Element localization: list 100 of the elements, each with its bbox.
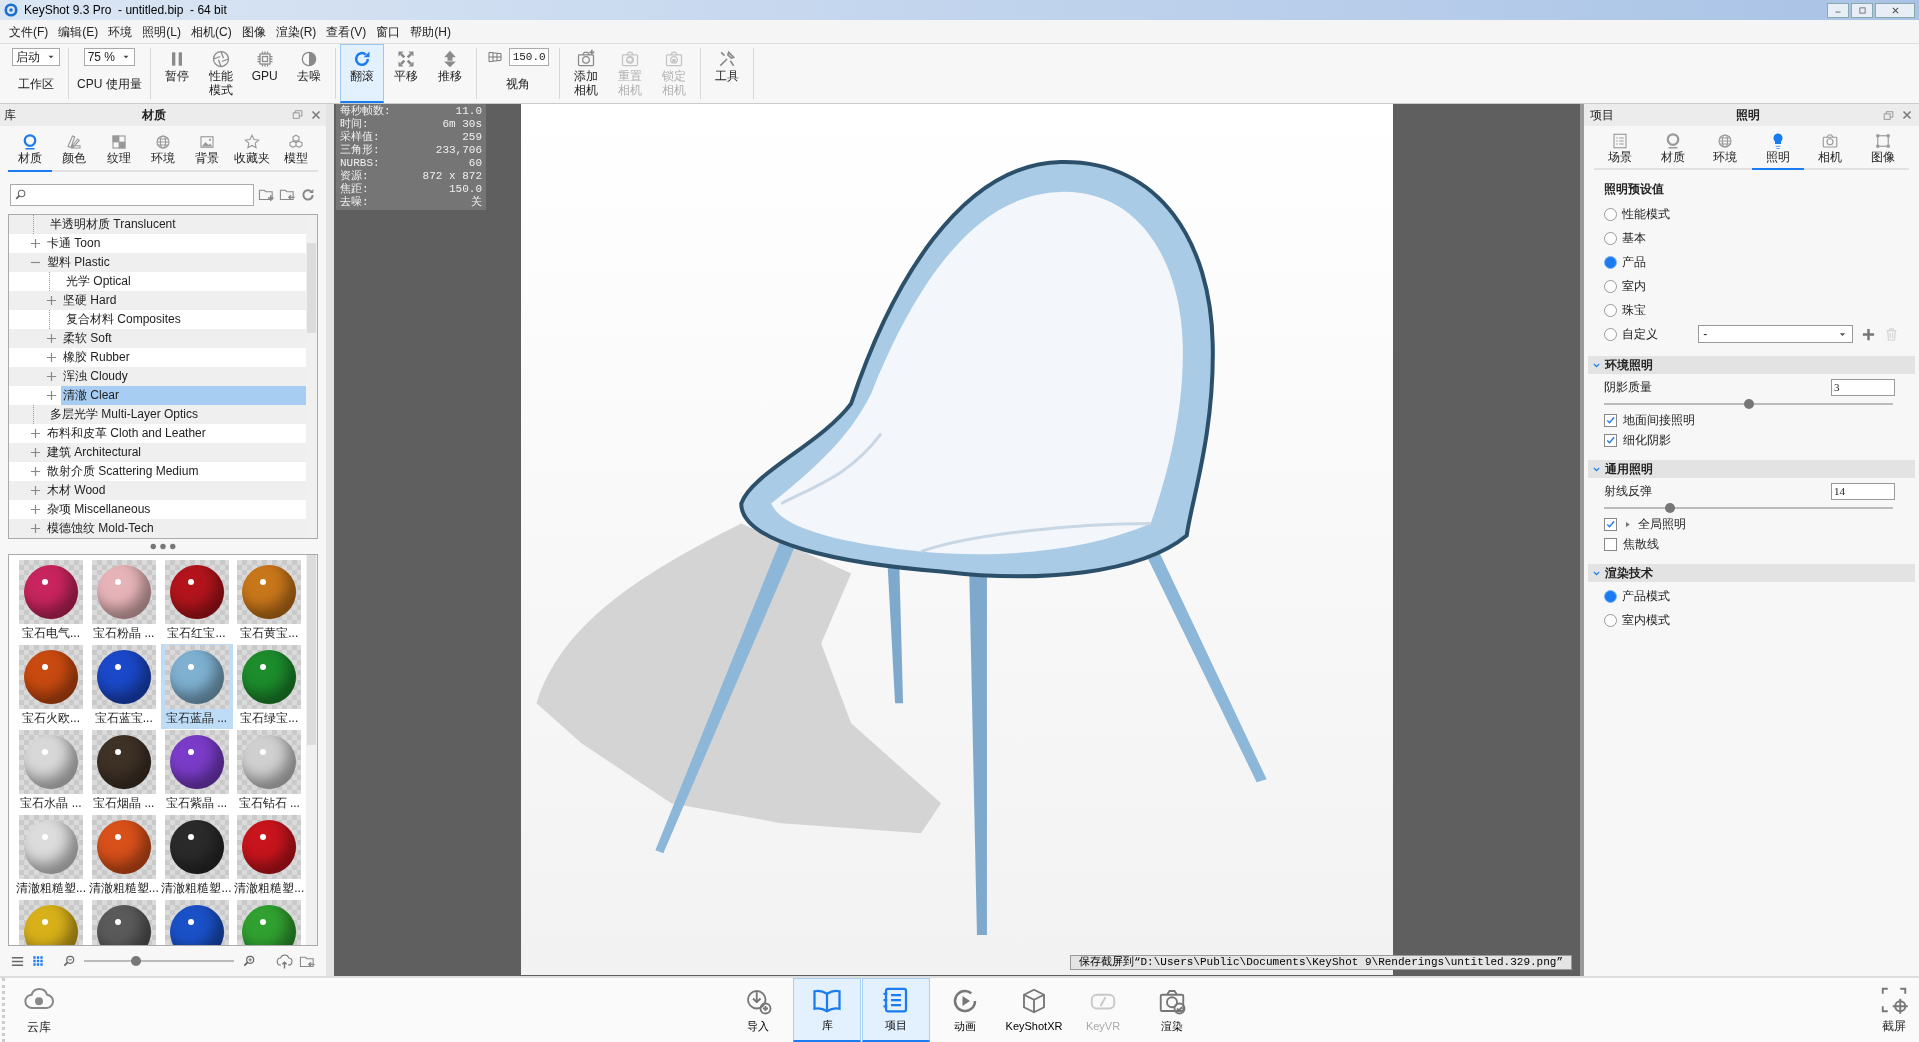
dock-button[interactable]: KeyShotXR xyxy=(1000,978,1068,1042)
radio-button[interactable] xyxy=(1604,613,1617,627)
menu-item[interactable]: 环境 xyxy=(103,20,138,43)
radio-button[interactable] xyxy=(1604,327,1617,341)
splitter-handle-icon[interactable] xyxy=(150,542,176,550)
plus-icon[interactable] xyxy=(30,446,41,458)
material-swatch[interactable]: 宝石蓝宝... xyxy=(87,643,160,729)
tree-item[interactable]: 杂项 Miscellaneous xyxy=(45,499,153,519)
section-header[interactable]: 通用照明 xyxy=(1588,460,1915,478)
number-field[interactable]: 14 xyxy=(1831,482,1895,500)
material-swatch[interactable]: 清澈粗糙塑... xyxy=(160,813,233,899)
menu-item[interactable]: 相机(C) xyxy=(186,20,237,43)
toolbar-button[interactable]: 推移 xyxy=(427,44,472,103)
zoom-in-icon[interactable] xyxy=(241,954,256,969)
section-header[interactable]: 渲染技术 xyxy=(1588,564,1915,582)
material-swatch[interactable]: 宝石红宝... xyxy=(160,558,233,644)
library-tab[interactable]: 收藏夹 xyxy=(229,129,274,172)
tree-item[interactable]: 卡通 Toon xyxy=(45,233,103,253)
refresh-icon[interactable] xyxy=(300,186,316,203)
checkbox[interactable] xyxy=(1604,517,1617,531)
library-tab[interactable]: 材质 xyxy=(8,129,53,172)
scrollbar-thumb[interactable] xyxy=(307,242,316,333)
radio-button[interactable] xyxy=(1604,255,1617,269)
restore-icon[interactable] xyxy=(291,108,304,122)
search-field[interactable] xyxy=(10,183,254,206)
viewport[interactable]: 每秒帧数: 11.0 时间: 6m 30s 采样值: 259 三角形: 233,706 NURBS: 60 资源: 872 x 872 焦距: 150.0 去噪: 关 保存截屏到“D:\Users\Public\Documents\KeyShot 9\Renderings\untitled.329.png” xyxy=(334,104,1580,976)
plus-icon[interactable] xyxy=(46,332,57,344)
radio-button[interactable] xyxy=(1604,303,1617,317)
plus-icon[interactable] xyxy=(30,427,41,439)
material-swatch[interactable]: 宝石蓝晶 ... xyxy=(160,643,233,729)
plus-icon[interactable] xyxy=(46,389,57,401)
checkbox[interactable] xyxy=(1604,433,1617,447)
toolbar-button[interactable]: GPU xyxy=(242,44,287,103)
material-swatch[interactable]: 宝石粉晶 ... xyxy=(87,558,160,644)
library-tab[interactable]: 颜色 xyxy=(52,129,97,172)
dock-button[interactable]: 云库 xyxy=(23,984,55,1036)
slider-thumb[interactable] xyxy=(1665,503,1676,513)
tree-item[interactable]: 柔软 Soft xyxy=(61,328,114,348)
cloud-upload-icon[interactable] xyxy=(276,952,293,970)
number-field[interactable]: 3 xyxy=(1831,378,1895,396)
tree-item[interactable]: 坚硬 Hard xyxy=(61,290,119,310)
close-icon[interactable] xyxy=(310,108,322,121)
toolbar-button[interactable]: 平移 xyxy=(383,44,428,103)
toolbar-button[interactable]: 去噪 xyxy=(286,44,331,103)
scrollbar-thumb[interactable] xyxy=(307,554,316,745)
library-tab[interactable]: 环境 xyxy=(140,129,186,172)
grid-view-icon[interactable] xyxy=(31,954,45,969)
radio-button[interactable] xyxy=(1604,279,1617,293)
maximize-button[interactable] xyxy=(1851,2,1873,18)
library-tab[interactable]: 纹理 xyxy=(96,129,141,172)
plus-icon[interactable] xyxy=(30,484,41,496)
field-of-view-field[interactable]: 150.0 xyxy=(508,48,549,66)
project-tab[interactable]: 图像 xyxy=(1856,128,1909,170)
radio-button[interactable] xyxy=(1604,589,1617,603)
plus-icon[interactable] xyxy=(30,522,41,534)
plus-icon[interactable] xyxy=(30,503,41,515)
toolbar-button[interactable]: 暂停 xyxy=(154,44,199,103)
zoom-slider[interactable] xyxy=(84,955,234,968)
project-tab[interactable]: 场景 xyxy=(1594,128,1647,170)
preset-dropdown[interactable]: - xyxy=(1698,325,1853,343)
plus-icon[interactable] xyxy=(1861,326,1876,342)
menu-item[interactable]: 编辑(E) xyxy=(53,20,104,43)
material-swatch[interactable]: 清澈粗糙塑... xyxy=(233,813,306,899)
material-swatch[interactable]: 宝石电气... xyxy=(15,558,87,644)
tree-item[interactable]: 布料和皮革 Cloth and Leather xyxy=(45,423,208,443)
toolbar-button[interactable]: 性能模式 xyxy=(198,44,243,103)
slider-thumb[interactable] xyxy=(1743,399,1754,409)
material-swatch[interactable]: 宝石水晶 ... xyxy=(15,728,87,814)
radio-button[interactable] xyxy=(1604,207,1617,221)
radio-button[interactable] xyxy=(1604,231,1617,245)
library-tab[interactable]: 模型 xyxy=(273,129,318,172)
material-swatch[interactable]: 宝石烟晶 ... xyxy=(87,728,160,814)
library-tab[interactable]: 背景 xyxy=(185,129,230,172)
checkbox[interactable] xyxy=(1604,537,1617,551)
project-tab[interactable]: 材质 xyxy=(1646,128,1699,170)
plus-icon[interactable] xyxy=(30,465,41,477)
toolbar-button[interactable]: 添加相机 xyxy=(563,44,608,103)
project-tab[interactable]: 照明 xyxy=(1751,128,1804,170)
menu-item[interactable]: 照明(L) xyxy=(137,20,186,43)
material-swatch[interactable]: 宝石紫晶 ... xyxy=(160,728,233,814)
dock-button[interactable]: 渲染 xyxy=(1138,978,1206,1042)
restore-icon[interactable] xyxy=(1882,108,1895,122)
menu-item[interactable]: 帮助(H) xyxy=(405,20,456,43)
project-tab[interactable]: 相机 xyxy=(1804,128,1857,170)
plus-icon[interactable] xyxy=(46,351,57,363)
dock-button[interactable]: 截屏 xyxy=(1879,978,1909,1042)
menu-item[interactable]: 图像 xyxy=(236,20,271,43)
material-swatch[interactable]: 清澈粗糙塑... xyxy=(87,813,160,899)
menu-item[interactable]: 查看(V) xyxy=(321,20,372,43)
material-swatch[interactable]: 清澈粗糙塑... xyxy=(15,813,87,899)
material-swatch[interactable]: 宝石绿宝... xyxy=(233,643,306,729)
slider[interactable] xyxy=(1604,502,1893,514)
tree-item[interactable]: 光学 Optical xyxy=(64,271,133,291)
dock-button[interactable]: 动画 xyxy=(931,978,999,1042)
material-swatch[interactable]: 宝石钻石 ... xyxy=(233,728,306,814)
material-swatch[interactable]: 宝石火欧... xyxy=(15,643,87,729)
plus-icon[interactable] xyxy=(46,370,57,382)
dropdown[interactable]: 启动 xyxy=(12,48,60,66)
minimize-button[interactable] xyxy=(1827,2,1849,18)
dropdown[interactable]: 75 % xyxy=(83,48,135,66)
